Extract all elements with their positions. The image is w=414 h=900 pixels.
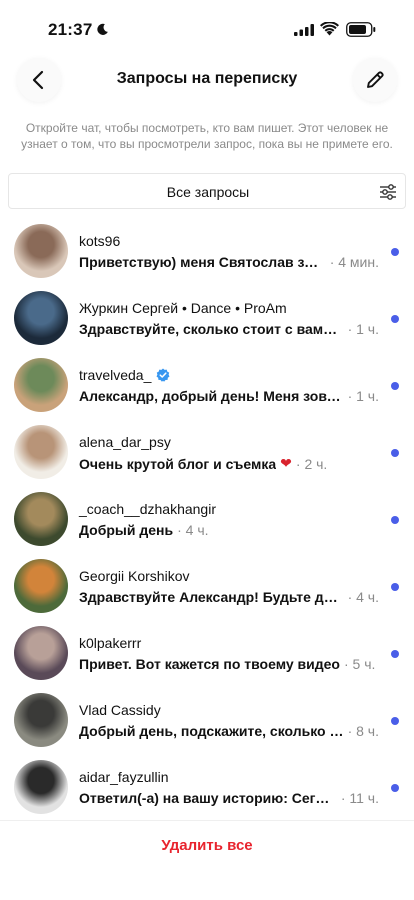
message-time: · 8 ч. (347, 723, 379, 739)
message-preview: Добрый день (79, 522, 174, 538)
message-time: · 2 ч. (295, 455, 328, 472)
list-item[interactable]: Журкин Сергей • Dance • ProAm Здравствуй… (0, 285, 414, 352)
message-time: · 11 ч. (340, 790, 379, 806)
unread-dot (391, 784, 399, 792)
footer-divider (0, 820, 414, 821)
sender-name: Georgii Korshikov (79, 568, 190, 584)
status-time: 21:37 (48, 20, 93, 39)
header: Запросы на переписку (0, 52, 414, 108)
message-preview: Приветствую) меня Святослав зовут (79, 254, 326, 270)
edit-button[interactable] (353, 58, 397, 102)
avatar (14, 760, 68, 814)
delete-all-button[interactable]: Удалить все (0, 837, 414, 854)
message-preview: Здравствуйте Александр! Будьте добры (79, 589, 344, 605)
heart-emoji-icon: ❤ (280, 455, 292, 471)
message-preview: Ответил(-а) на вашу историю: Сегодня (79, 790, 337, 806)
avatar (14, 224, 68, 278)
message-preview: Александр, добрый день! Меня зовут Веда (79, 388, 344, 404)
unread-dot (391, 650, 399, 658)
avatar (14, 291, 68, 345)
sender-name: travelveda_ (79, 367, 152, 383)
unread-dot (391, 315, 399, 323)
message-preview: Привет. Вот кажется по твоему видео (79, 656, 340, 672)
sender-name: alena_dar_psy (79, 434, 171, 450)
moon-icon (97, 23, 108, 35)
list-item[interactable]: k0lpakerrr Привет. Вот кажется по твоему… (0, 620, 414, 687)
message-preview: Добрый день, подскажите, сколько стоит (79, 723, 344, 739)
filter-bar[interactable]: Все запросы (8, 173, 406, 209)
sender-name: aidar_fayzullin (79, 769, 169, 785)
cellular-signal-icon (294, 24, 314, 36)
status-bar: 21:37 (0, 0, 414, 56)
message-time: · 4 мин. (329, 254, 379, 270)
list-item[interactable]: Vlad Cassidy Добрый день, подскажите, ск… (0, 687, 414, 754)
list-item[interactable]: aidar_fayzullin Ответил(-а) на вашу исто… (0, 754, 414, 821)
message-time: · 4 ч. (347, 589, 379, 605)
avatar (14, 492, 68, 546)
list-item[interactable]: _coach__dzhakhangir Добрый день · 4 ч. (0, 486, 414, 553)
unread-dot (391, 717, 399, 725)
battery-icon (346, 22, 376, 37)
message-time: · 1 ч. (347, 388, 379, 404)
message-time: · 1 ч. (347, 321, 379, 337)
sliders-filter-icon[interactable] (378, 182, 398, 202)
message-preview: Очень крутой блог и съемка (79, 455, 277, 472)
message-time: · 5 ч. (343, 656, 376, 672)
info-text: Откройте чат, чтобы посмотреть, кто вам … (21, 121, 393, 151)
list-item[interactable]: alena_dar_psy Очень крутой блог и съемка… (0, 419, 414, 486)
pencil-icon (367, 71, 384, 88)
sender-name: Журкин Сергей • Dance • ProAm (79, 300, 287, 316)
avatar (14, 358, 68, 412)
avatar (14, 693, 68, 747)
list-item[interactable]: kots96 Приветствую) меня Святослав зовут… (0, 218, 414, 285)
filter-label: Все запросы (166, 184, 250, 200)
sender-name: _coach__dzhakhangir (79, 501, 216, 517)
message-preview: Здравствуйте, сколько стоит с вами съемк… (79, 321, 344, 337)
page-title: Запросы на переписку (116, 70, 298, 87)
avatar (14, 626, 68, 680)
unread-dot (391, 583, 399, 591)
list-item[interactable]: Georgii Korshikov Здравствуйте Александр… (0, 553, 414, 620)
verified-badge-icon (156, 368, 170, 382)
wifi-icon (320, 22, 339, 36)
unread-dot (391, 449, 399, 457)
sender-name: kots96 (79, 233, 121, 249)
avatar (14, 425, 68, 479)
unread-dot (391, 516, 399, 524)
avatar (14, 559, 68, 613)
message-time: · 4 ч. (177, 522, 209, 538)
unread-dot (391, 248, 399, 256)
sender-name: k0lpakerrr (79, 635, 142, 651)
unread-dot (391, 382, 399, 390)
list-item[interactable]: travelveda_ Александр, добрый день! Меня… (0, 352, 414, 419)
sender-name: Vlad Cassidy (79, 702, 161, 718)
